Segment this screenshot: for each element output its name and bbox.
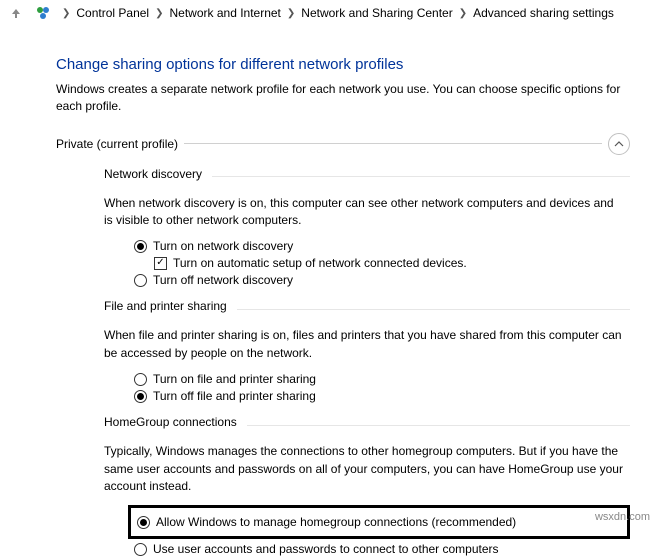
radio-option-hg-allow[interactable]: Allow Windows to manage homegroup connec… [137, 515, 621, 529]
option-label: Turn off network discovery [153, 273, 293, 287]
section-description: When network discovery is on, this compu… [104, 195, 624, 230]
chevron-up-icon[interactable] [608, 133, 630, 155]
radio-option-nd-off[interactable]: Turn off network discovery [134, 273, 630, 287]
up-icon[interactable] [8, 5, 24, 21]
radio-icon[interactable] [134, 373, 147, 386]
option-label: Turn on file and printer sharing [153, 372, 316, 386]
divider [212, 176, 630, 177]
section-title: File and printer sharing [104, 299, 227, 313]
breadcrumb: ❯ Control Panel ❯ Network and Internet ❯… [0, 0, 658, 26]
profile-label: Private (current profile) [56, 137, 178, 151]
section-file-printer: File and printer sharing When file and p… [104, 299, 630, 403]
divider [237, 309, 630, 310]
checkbox-option-nd-auto[interactable]: Turn on automatic setup of network conne… [154, 256, 630, 270]
option-label: Allow Windows to manage homegroup connec… [156, 515, 516, 529]
option-label: Use user accounts and passwords to conne… [153, 542, 499, 556]
radio-icon[interactable] [134, 543, 147, 556]
radio-option-fp-on[interactable]: Turn on file and printer sharing [134, 372, 630, 386]
section-description: Typically, Windows manages the connectio… [104, 443, 624, 495]
breadcrumb-item[interactable]: Control Panel [76, 6, 149, 20]
radio-icon[interactable] [134, 240, 147, 253]
option-label: Turn on automatic setup of network conne… [173, 256, 467, 270]
breadcrumb-item[interactable]: Advanced sharing settings [473, 6, 614, 20]
option-label: Turn on network discovery [153, 239, 293, 253]
radio-option-fp-off[interactable]: Turn off file and printer sharing [134, 389, 630, 403]
divider [247, 425, 630, 426]
radio-icon[interactable] [134, 390, 147, 403]
radio-icon[interactable] [134, 274, 147, 287]
watermark: wsxdn.com [595, 511, 650, 523]
divider [184, 143, 602, 144]
content-area: Change sharing options for different net… [0, 26, 658, 556]
radio-option-nd-on[interactable]: Turn on network discovery [134, 239, 630, 253]
chevron-right-icon: ❯ [155, 8, 163, 19]
page-subtitle: Windows creates a separate network profi… [56, 81, 626, 115]
chevron-right-icon: ❯ [62, 8, 70, 19]
section-network-discovery: Network discovery When network discovery… [104, 167, 630, 288]
section-title: Network discovery [104, 167, 202, 181]
section-description: When file and printer sharing is on, fil… [104, 327, 624, 362]
section-homegroup: HomeGroup connections Typically, Windows… [104, 415, 630, 556]
checkbox-icon[interactable] [154, 257, 167, 270]
option-label: Turn off file and printer sharing [153, 389, 316, 403]
section-title: HomeGroup connections [104, 415, 237, 429]
highlighted-option: Allow Windows to manage homegroup connec… [128, 505, 630, 539]
breadcrumb-item[interactable]: Network and Sharing Center [301, 6, 452, 20]
chevron-right-icon: ❯ [287, 8, 295, 19]
chevron-right-icon: ❯ [459, 8, 467, 19]
page-title: Change sharing options for different net… [56, 56, 630, 73]
radio-option-hg-user[interactable]: Use user accounts and passwords to conne… [134, 542, 630, 556]
profile-header[interactable]: Private (current profile) [56, 133, 630, 155]
breadcrumb-item[interactable]: Network and Internet [170, 6, 281, 20]
control-panel-icon [34, 4, 52, 22]
